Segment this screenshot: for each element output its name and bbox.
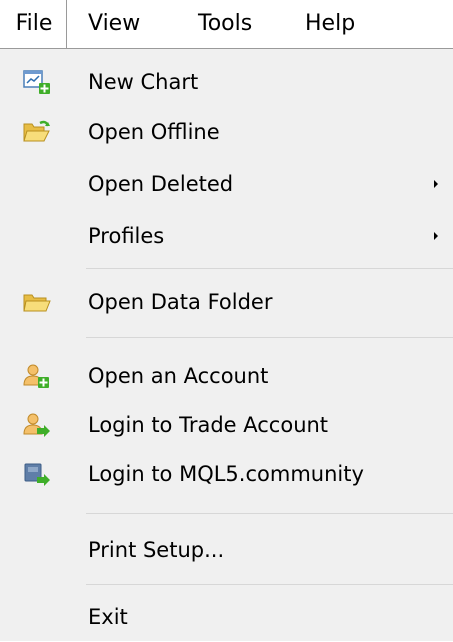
- submenu-arrow-icon: [434, 180, 438, 188]
- submenu-arrow-icon: [434, 232, 438, 240]
- menu-help[interactable]: Help: [305, 0, 355, 48]
- menu-file[interactable]: File: [0, 0, 67, 48]
- menu-item-login-trade-account[interactable]: Login to Trade Account: [0, 400, 453, 450]
- menu-item-label: Open an Account: [88, 364, 269, 388]
- menu-separator: [86, 584, 453, 585]
- menu-item-label: Open Deleted: [88, 172, 234, 196]
- file-menu-dropdown: New Chart Open Offline Open Deleted Prof…: [0, 48, 453, 641]
- menu-view[interactable]: View: [88, 0, 140, 48]
- folder-icon: [22, 289, 52, 315]
- menu-bar: File View Tools Help: [0, 0, 453, 48]
- menu-item-new-chart[interactable]: New Chart: [0, 57, 453, 107]
- menu-separator: [86, 268, 453, 269]
- menu-item-label: Profiles: [88, 224, 165, 248]
- menu-item-label: Login to MQL5.community: [88, 462, 364, 486]
- menu-item-open-data-folder[interactable]: Open Data Folder: [0, 277, 453, 327]
- menu-item-label: Open Offline: [88, 120, 220, 144]
- menu-item-open-offline[interactable]: Open Offline: [0, 107, 453, 157]
- user-login-icon: [22, 412, 52, 438]
- menu-separator: [86, 513, 453, 514]
- menu-item-label: Print Setup...: [88, 538, 225, 562]
- menu-item-label: Open Data Folder: [88, 290, 273, 314]
- menu-item-label: Login to Trade Account: [88, 413, 329, 437]
- menu-item-label: New Chart: [88, 70, 199, 94]
- user-add-icon: [22, 363, 52, 389]
- mql5-login-icon: [22, 461, 52, 487]
- open-folder-icon: [22, 119, 52, 145]
- menu-separator: [86, 337, 453, 338]
- menu-item-label: Exit: [88, 605, 128, 629]
- menu-item-exit[interactable]: Exit: [0, 592, 453, 642]
- menu-item-print-setup[interactable]: Print Setup...: [0, 525, 453, 575]
- menu-item-open-deleted[interactable]: Open Deleted: [0, 159, 453, 209]
- new-chart-icon: [22, 69, 52, 95]
- menu-item-profiles[interactable]: Profiles: [0, 211, 453, 261]
- menu-item-open-account[interactable]: Open an Account: [0, 351, 453, 401]
- menu-tools[interactable]: Tools: [198, 0, 252, 48]
- menu-item-login-mql5[interactable]: Login to MQL5.community: [0, 449, 453, 499]
